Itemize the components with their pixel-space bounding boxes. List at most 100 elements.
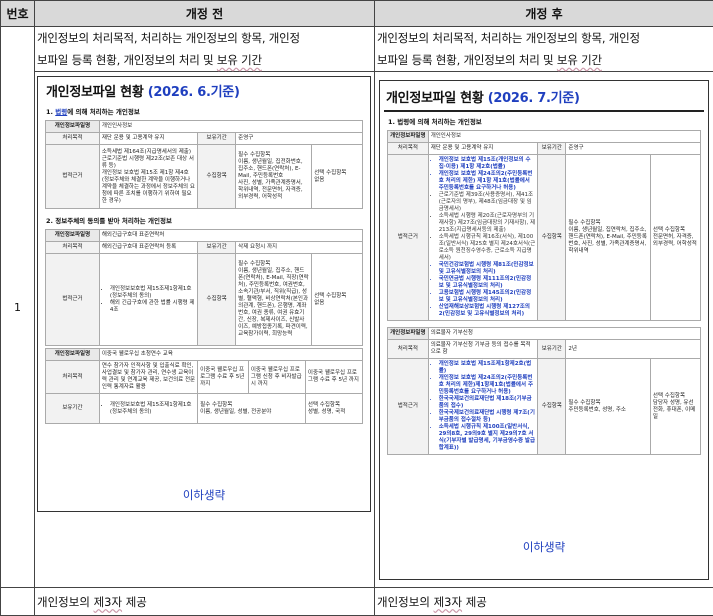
- cell: 이중국 웰로우십 초청연수 교육: [99, 349, 362, 361]
- after-document-image: 개인정보파일 현황 (2026. 7.기준) 1. 법령에 의해 처리하는 개인…: [379, 80, 709, 580]
- cell: 개인인사정보: [428, 131, 700, 143]
- cell: 이중국 웰로우십 프로그램 수료 후 5년 까지: [305, 361, 362, 394]
- list-item: 고용보험법 시행령 제145조의2(민감정보 및 고유식별정보의 처리): [439, 290, 536, 304]
- cell: 준영구: [236, 133, 363, 145]
- footer-after-underlined: 제3자: [434, 595, 462, 609]
- after-omitted-note: 이하생략: [380, 539, 708, 555]
- cell: 해외긴급구호대 표준연락처 등록: [99, 242, 197, 254]
- cell: 의료물자 기부신청 기부금 등의 접수를 목적으로 함: [428, 340, 538, 359]
- content-before: 개인정보파일 현황 (2026. 6.기준) 1. 법령에 의해 처리하는 개인…: [35, 72, 375, 588]
- footer-after-pre: 개인정보의: [377, 595, 434, 609]
- after-sec1: 1. 법령에 의해 처리하는 개인정보: [380, 112, 708, 128]
- topic-before-line2: 보파일 등록 현황, 개인정보의 처리 및 보유 기간: [37, 49, 372, 71]
- footer-after: 개인정보의 제3자 제공: [375, 588, 713, 616]
- cell: 준영구: [566, 143, 701, 155]
- before-document-image: 개인정보파일 현황 (2026. 6.기준) 1. 법령에 의해 처리하는 개인…: [37, 76, 371, 512]
- cell: 소득세법 제164조(지급명세서의 제출) 근로기준법 시행령 제22조(보존 …: [99, 145, 197, 209]
- cell: 법적근거: [388, 155, 429, 321]
- list-item: 국민연금법 시행령 제111조의2(민감정보 및 고유식별정보의 처리): [439, 276, 536, 290]
- content-after: 개인정보파일 현황 (2026. 7.기준) 1. 법령에 의해 처리하는 개인…: [375, 72, 713, 588]
- before-doc-date: (2026. 6.기준): [148, 85, 240, 100]
- after-table-1: 개인정보파일명개인인사정보 처리목적재단 운용 및 고용계약 유지보유기간준영구…: [387, 130, 701, 321]
- cell: 개인정보파일명: [46, 230, 100, 242]
- cell: 수집항목: [198, 145, 236, 209]
- cell: 수집항목: [538, 359, 566, 455]
- footer-after-post: 제공: [462, 595, 487, 609]
- before-table-2: 개인정보파일명해외긴급구호대 표준연락처 처리목적해외긴급구호대 표준연락처 등…: [45, 229, 363, 346]
- cell: 처리목적: [388, 340, 429, 359]
- cell: 법적근거: [46, 254, 100, 346]
- cell: 개인정보파일명: [46, 349, 100, 361]
- list-item: 개인정보 보호법 제24조의2(주민등록번호 처리의 제한)제1항제1호(법률에…: [439, 375, 536, 396]
- list-item: 소득세법 시행규칙 제100조(일반서식, 29의8호, 29의9호 별지 제2…: [439, 424, 536, 452]
- cell: 처리목적: [388, 143, 429, 155]
- topic-after-line1: 개인정보의 처리목적, 처리하는 개인정보의 항목, 개인정: [377, 27, 711, 49]
- cell: 필수 수집항목 주민등록번호, 성명, 주소: [566, 359, 651, 455]
- topic-after-line2-text: 보파일 등록 현황, 개인정보의 처리 및: [377, 53, 557, 67]
- cell: 선택 수집항목없음: [312, 145, 363, 209]
- cell: 삭제 요청시 까지: [236, 242, 363, 254]
- list-item: 소득세법 시행규칙 제16조(서식), 제100조(일반서식) 제25호 별지 …: [439, 234, 536, 262]
- cell: 보유기간: [198, 242, 236, 254]
- header-no: 번호: [1, 1, 35, 27]
- cell-text: 없음: [314, 300, 324, 306]
- row-1-topic: 1 개인정보의 처리목적, 처리하는 개인정보의 항목, 개인정 보파일 등록 …: [1, 27, 713, 72]
- cell: 선택 수집항목없음: [312, 254, 363, 346]
- after-doc-title: 개인정보파일 현황 (2026. 7.기준): [384, 81, 704, 112]
- cell-text: 선택 수집항목: [314, 170, 346, 176]
- after-law-list-2: 개인정보 보호법 제15조제1항제2호(법률) 개인정보 보호법 제24조의2(…: [431, 361, 536, 452]
- topic-after: 개인정보의 처리목적, 처리하는 개인정보의 항목, 개인정 보파일 등록 현황…: [375, 27, 713, 72]
- list-item: 근로기준법 제39조(사용증명서), 제41조(근로자의 명부), 제48조(임…: [439, 192, 536, 213]
- cell: 개인정보파일명: [46, 121, 100, 133]
- cell: 보유기간: [198, 133, 236, 145]
- cell: 재단 운용 및 고용계약 유지: [428, 143, 538, 155]
- topic-before: 개인정보의 처리목적, 처리하는 개인정보의 항목, 개인정 보파일 등록 현황…: [35, 27, 375, 72]
- cell: 해외긴급구호대 표준연락처: [99, 230, 362, 242]
- cell: 개인정보 보호법 제15조(개인정보의 수집·이용) 제1항 제2호(법률) 개…: [428, 155, 538, 321]
- topic-before-line1: 개인정보의 처리목적, 처리하는 개인정보의 항목, 개인정: [37, 27, 372, 49]
- cell: 선택 수집항목 전문면허, 자격증, 외부경력, 어학성적: [650, 155, 700, 321]
- list-item: 국민건강보험법 시행령 제81조(민감정보 및 고유식별정보의 처리): [439, 262, 536, 276]
- cell: 필수 수집항목 이름, 생년월일, 집주소, 핸드폰(연락처), E-Mail,…: [236, 254, 312, 346]
- row-number: 1: [1, 27, 35, 588]
- cell: 개인인사정보: [99, 121, 362, 133]
- before-table-3: 개인정보파일명이중국 웰로우십 초청연수 교육 처리목적연수 참가자 인적사항 …: [45, 348, 363, 424]
- cell: 개인정보파일명: [388, 328, 429, 340]
- revision-comparison-table: 번호 개정 전 개정 후 1 개인정보의 처리목적, 처리하는 개인정보의 항목…: [0, 0, 713, 616]
- before-table-1: 개인정보파일명개인인사정보 처리목적재단 운용 및 고용계약 유지보유기간준영구…: [45, 120, 363, 209]
- cell: 이중국 웰로우십 프로그램 신청 후 비자발급 시 까지: [248, 361, 305, 394]
- row-number-empty: [1, 588, 35, 616]
- cell: 보유기간: [538, 340, 566, 359]
- cell: 필수 수집항목 이름, 생년월일, 집전화번호, 집주소, 핸드폰(연락처), …: [236, 145, 312, 209]
- cell: 처리목적: [46, 242, 100, 254]
- header-after: 개정 후: [375, 1, 713, 27]
- cell: 개인정보 보호법 제15조제1항제2호(법률) 개인정보 보호법 제24조의2(…: [428, 359, 538, 455]
- footer-before-pre: 개인정보의: [37, 595, 94, 609]
- list-item: 해외 긴급구호에 관한 법률 시행령 제4조: [110, 300, 195, 314]
- before-omitted-note: 이하생략: [38, 487, 370, 503]
- cell-text: 선택 수집항목: [314, 293, 346, 299]
- header-before: 개정 전: [35, 1, 375, 27]
- cell: 처리목적: [46, 361, 100, 394]
- before-sec2: 2. 정보주체의 동의를 받아 처리하는 개인정보: [38, 211, 370, 227]
- list-item: 한국국제보건의료재단법 제18조(기부금품의 접수): [439, 396, 536, 410]
- row-1-content: 개인정보파일 현황 (2026. 6.기준) 1. 법령에 의해 처리하는 개인…: [1, 72, 713, 588]
- cell: 수집항목: [198, 254, 236, 346]
- before-sec1: 1. 법령에 의해 처리하는 개인정보: [38, 102, 370, 118]
- topic-after-line2: 보파일 등록 현황, 개인정보의 처리 및 보유 기간: [377, 49, 711, 71]
- topic-after-underlined: 보유 기간: [557, 53, 602, 67]
- cell: 보유기간: [46, 394, 100, 424]
- cell: 법적근거: [46, 145, 100, 209]
- before-sec1-rest: 에 의해 처리하는 개인정보: [67, 108, 140, 116]
- list-item: 산업재해보상보험법 시행령 제127조의2(민감정보 및 고유식별정보의 처리): [439, 304, 536, 318]
- cell: 법적근거: [388, 359, 429, 455]
- footer-before-post: 제공: [122, 595, 147, 609]
- cell: 재단 운용 및 고용계약 유지: [99, 133, 197, 145]
- topic-before-underlined: 보유 기간: [217, 53, 262, 67]
- after-doc-date: (2026. 7.기준): [488, 91, 580, 106]
- list-item: 개인정보보호법 제15조제1항제1호(정보주체의 동의): [110, 286, 195, 300]
- cell: 연수 참가자 인적사항 및 입출식료 확인, 사업결보 및 참가자 관리, 연수…: [99, 361, 197, 394]
- cell: 보유기간: [538, 143, 566, 155]
- before-doc-title-text: 개인정보파일 현황: [46, 85, 144, 100]
- cell: 선택 수집항목 성별, 성명, 국적: [305, 394, 362, 424]
